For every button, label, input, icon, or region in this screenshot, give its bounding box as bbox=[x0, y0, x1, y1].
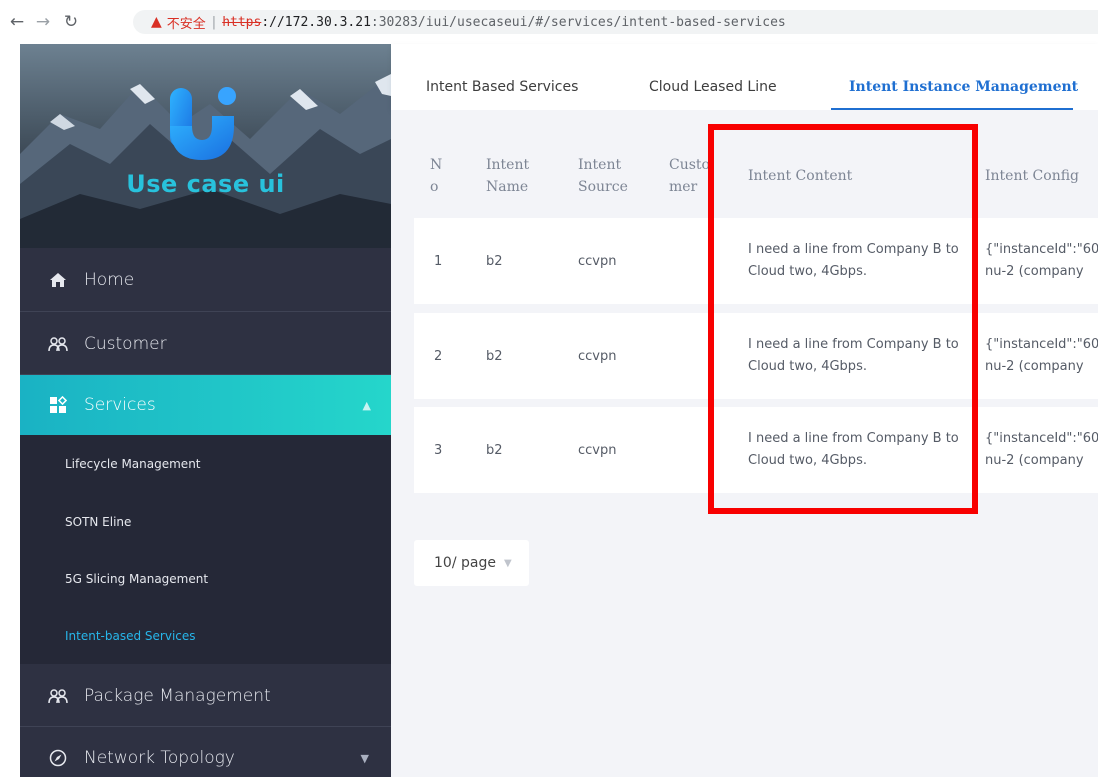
page-size-select[interactable]: 10/ page ▼ bbox=[414, 540, 529, 586]
sidebar: Use case ui Home Customer Services ▲ Lif… bbox=[20, 44, 391, 777]
logo-area: Use case ui bbox=[20, 44, 391, 248]
header-text: Intent bbox=[486, 157, 530, 173]
url-scheme: https bbox=[222, 14, 262, 30]
address-bar[interactable]: ▲ 不安全 | https://172.30.3.21:30283/iui/us… bbox=[133, 10, 1098, 34]
url-host: ://172.30.3.21 bbox=[261, 14, 371, 30]
config-line: {"instanceId":"60 bbox=[985, 242, 1098, 257]
users-icon bbox=[44, 336, 72, 352]
cell-source: ccvpn bbox=[578, 349, 617, 364]
highlight-annotation-box bbox=[708, 124, 978, 514]
cell-no: 3 bbox=[434, 443, 443, 458]
cell-source: ccvpn bbox=[578, 443, 617, 458]
config-line: nu-2 (company bbox=[985, 264, 1084, 279]
column-header-no: No bbox=[430, 154, 442, 198]
chevron-down-icon: ▼ bbox=[360, 751, 369, 765]
config-line: nu-2 (company bbox=[985, 359, 1084, 374]
column-header-name: Intent Name bbox=[486, 154, 529, 198]
users-icon bbox=[44, 688, 72, 704]
cell-config: {"instanceId":"60 nu-2 (company bbox=[985, 334, 1098, 378]
chevron-down-icon: ▼ bbox=[503, 557, 512, 569]
menu-item-customer[interactable]: Customer bbox=[20, 313, 391, 375]
logo-text: Use case ui bbox=[126, 170, 285, 198]
header-text: N bbox=[430, 157, 443, 173]
warning-icon: ▲ bbox=[151, 14, 162, 30]
menu-label-home: Home bbox=[84, 269, 135, 290]
tab-cloud-leased-line[interactable]: Cloud Leased Line bbox=[649, 79, 777, 95]
page-size-value: 10/ page bbox=[434, 555, 496, 571]
config-line: {"instanceId":"60 bbox=[985, 337, 1098, 352]
header-text: mer bbox=[669, 179, 698, 195]
menu-item-services[interactable]: Services ▲ bbox=[20, 375, 391, 435]
browser-toolbar: ← → ↻ ▲ 不安全 | https://172.30.3.21:30283/… bbox=[0, 0, 1098, 44]
cell-name: b2 bbox=[486, 349, 503, 364]
menu-label-customer: Customer bbox=[84, 333, 167, 354]
config-line: {"instanceId":"60 bbox=[985, 431, 1098, 446]
header-text: o bbox=[430, 179, 439, 195]
tab-intent-based-services[interactable]: Intent Based Services bbox=[426, 79, 578, 95]
column-header-source: Intent Source bbox=[578, 154, 628, 198]
menu-label-network: Network Topology bbox=[84, 748, 235, 768]
cell-source: ccvpn bbox=[578, 254, 617, 269]
menu-item-home[interactable]: Home bbox=[20, 248, 391, 312]
cell-config: {"instanceId":"60 nu-2 (company bbox=[985, 239, 1098, 283]
header-text: Custo bbox=[669, 157, 709, 173]
chevron-up-icon: ▲ bbox=[362, 398, 371, 412]
menu-item-network[interactable]: Network Topology ▼ bbox=[20, 728, 391, 777]
menu-label-package: Package Management bbox=[84, 685, 271, 706]
compass-icon bbox=[44, 749, 72, 767]
header-text: Name bbox=[486, 179, 529, 195]
menu-item-package[interactable]: Package Management bbox=[20, 665, 391, 727]
cell-no: 1 bbox=[434, 254, 443, 269]
tab-intent-instance-management[interactable]: Intent Instance Management bbox=[849, 79, 1078, 95]
column-header-customer: Custo mer bbox=[669, 154, 709, 198]
submenu-item-slicing[interactable]: 5G Slicing Management bbox=[65, 572, 208, 586]
column-header-config: Intent Config bbox=[985, 168, 1080, 184]
menu-label-services: Services bbox=[84, 395, 156, 415]
tab-bar: Intent Based Services Cloud Leased Line … bbox=[391, 44, 1098, 110]
services-grid-icon bbox=[44, 396, 72, 414]
header-text: Source bbox=[578, 179, 628, 195]
insecure-label: 不安全 bbox=[166, 16, 206, 32]
config-line: nu-2 (company bbox=[985, 453, 1084, 468]
submenu-item-intent[interactable]: Intent-based Services bbox=[65, 629, 196, 643]
services-submenu: Lifecycle Management SOTN Eline 5G Slici… bbox=[20, 435, 391, 664]
cell-no: 2 bbox=[434, 349, 443, 364]
submenu-item-lifecycle[interactable]: Lifecycle Management bbox=[65, 457, 201, 471]
url-path: :30283/iui/usecaseui/#/services/intent-b… bbox=[370, 14, 786, 30]
home-icon bbox=[44, 272, 72, 288]
url-separator: | bbox=[211, 14, 217, 30]
cell-name: b2 bbox=[486, 254, 503, 269]
header-text: Intent bbox=[578, 157, 622, 173]
back-arrow-icon[interactable]: ← bbox=[6, 10, 28, 34]
reload-icon[interactable]: ↻ bbox=[60, 10, 82, 34]
logo-icon bbox=[170, 87, 236, 160]
submenu-item-sotn[interactable]: SOTN Eline bbox=[65, 515, 131, 529]
cell-config: {"instanceId":"60 nu-2 (company bbox=[985, 428, 1098, 472]
cell-name: b2 bbox=[486, 443, 503, 458]
forward-arrow-icon[interactable]: → bbox=[32, 10, 54, 34]
